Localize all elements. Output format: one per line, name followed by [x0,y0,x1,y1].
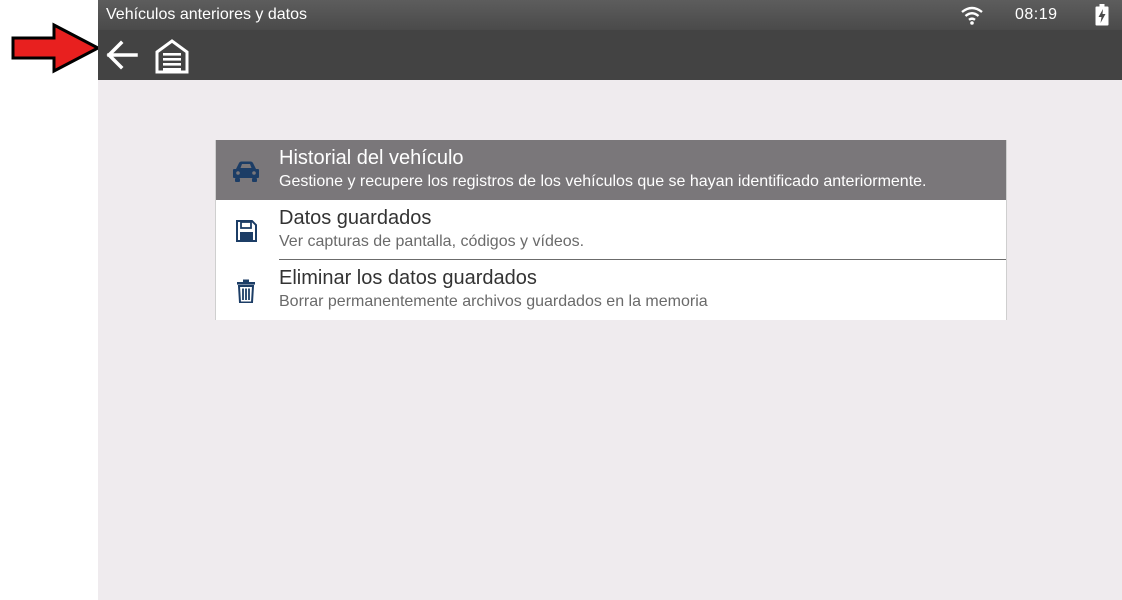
menu-item-title: Eliminar los datos guardados [279,267,537,289]
screen-title: Vehículos anteriores y datos [106,6,308,23]
clock: 08:19 [1015,6,1058,23]
menu-item-subtitle: Gestione y recupere los registros de los… [279,173,927,190]
screenshot-stage: Vehículos anteriores y datos 08:19 Histo… [0,0,1122,600]
car-icon [233,161,259,182]
menu-item-delete-saved-data[interactable]: Eliminar los datos guardados Borrar perm… [216,260,1006,320]
home-garage-icon[interactable] [154,38,190,74]
floppy-disk-icon [236,220,257,242]
red-arrow-icon [11,22,102,74]
back-arrow-icon[interactable] [104,38,140,72]
battery-charging-icon [1095,4,1109,26]
menu-item-subtitle: Borrar permanentemente archivos guardado… [279,293,708,310]
wifi-icon [961,6,983,25]
trash-icon [237,279,255,303]
device-screen: Vehículos anteriores y datos 08:19 Histo… [98,0,1122,600]
menu-item-saved-data[interactable]: Datos guardados Ver capturas de pantalla… [216,200,1006,260]
toolbar [98,30,1122,80]
menu-item-title: Datos guardados [279,207,432,229]
menu-list: Historial del vehículo Gestione y recupe… [215,140,1007,320]
status-bar: Vehículos anteriores y datos 08:19 [98,0,1122,30]
menu-item-title: Historial del vehículo [279,147,464,169]
menu-item-subtitle: Ver capturas de pantalla, códigos y víde… [279,233,585,250]
menu-item-vehicle-history[interactable]: Historial del vehículo Gestione y recupe… [216,140,1006,200]
